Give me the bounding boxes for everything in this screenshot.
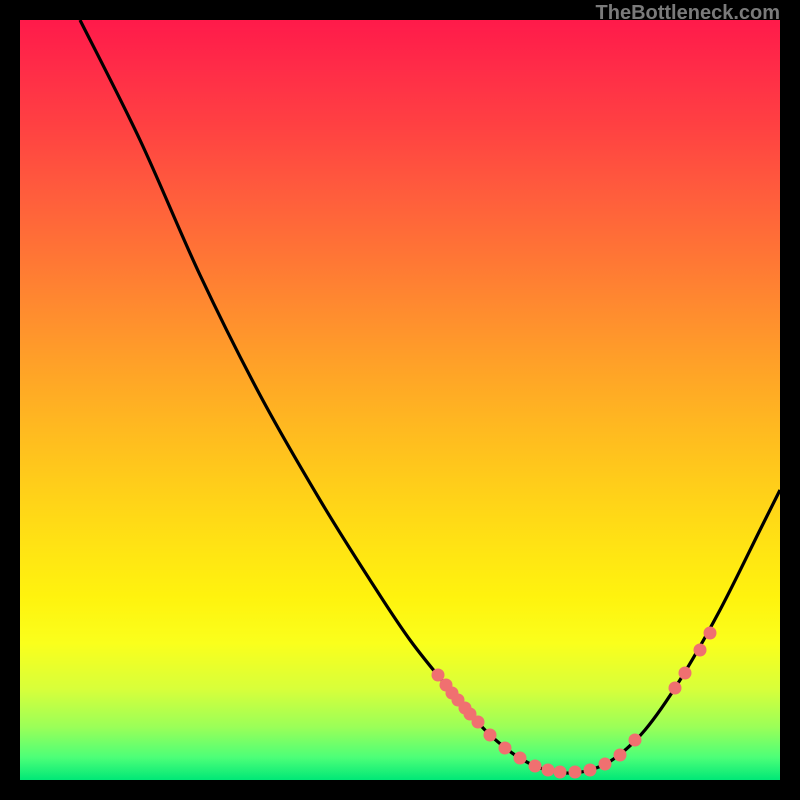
data-markers bbox=[432, 627, 717, 779]
data-marker bbox=[554, 766, 567, 779]
data-marker bbox=[472, 716, 485, 729]
data-marker bbox=[669, 682, 682, 695]
data-marker bbox=[704, 627, 717, 640]
data-marker bbox=[599, 758, 612, 771]
data-marker bbox=[514, 752, 527, 765]
watermark-text: TheBottleneck.com bbox=[596, 2, 780, 25]
data-marker bbox=[614, 749, 627, 762]
data-marker bbox=[542, 764, 555, 777]
data-marker bbox=[484, 729, 497, 742]
data-marker bbox=[499, 742, 512, 755]
bottleneck-curve bbox=[80, 20, 780, 773]
data-marker bbox=[679, 667, 692, 680]
data-marker bbox=[569, 766, 582, 779]
data-marker bbox=[584, 764, 597, 777]
chart-plot-area bbox=[20, 20, 780, 780]
chart-svg bbox=[20, 20, 780, 780]
data-marker bbox=[529, 760, 542, 773]
data-marker bbox=[629, 734, 642, 747]
data-marker bbox=[694, 644, 707, 657]
